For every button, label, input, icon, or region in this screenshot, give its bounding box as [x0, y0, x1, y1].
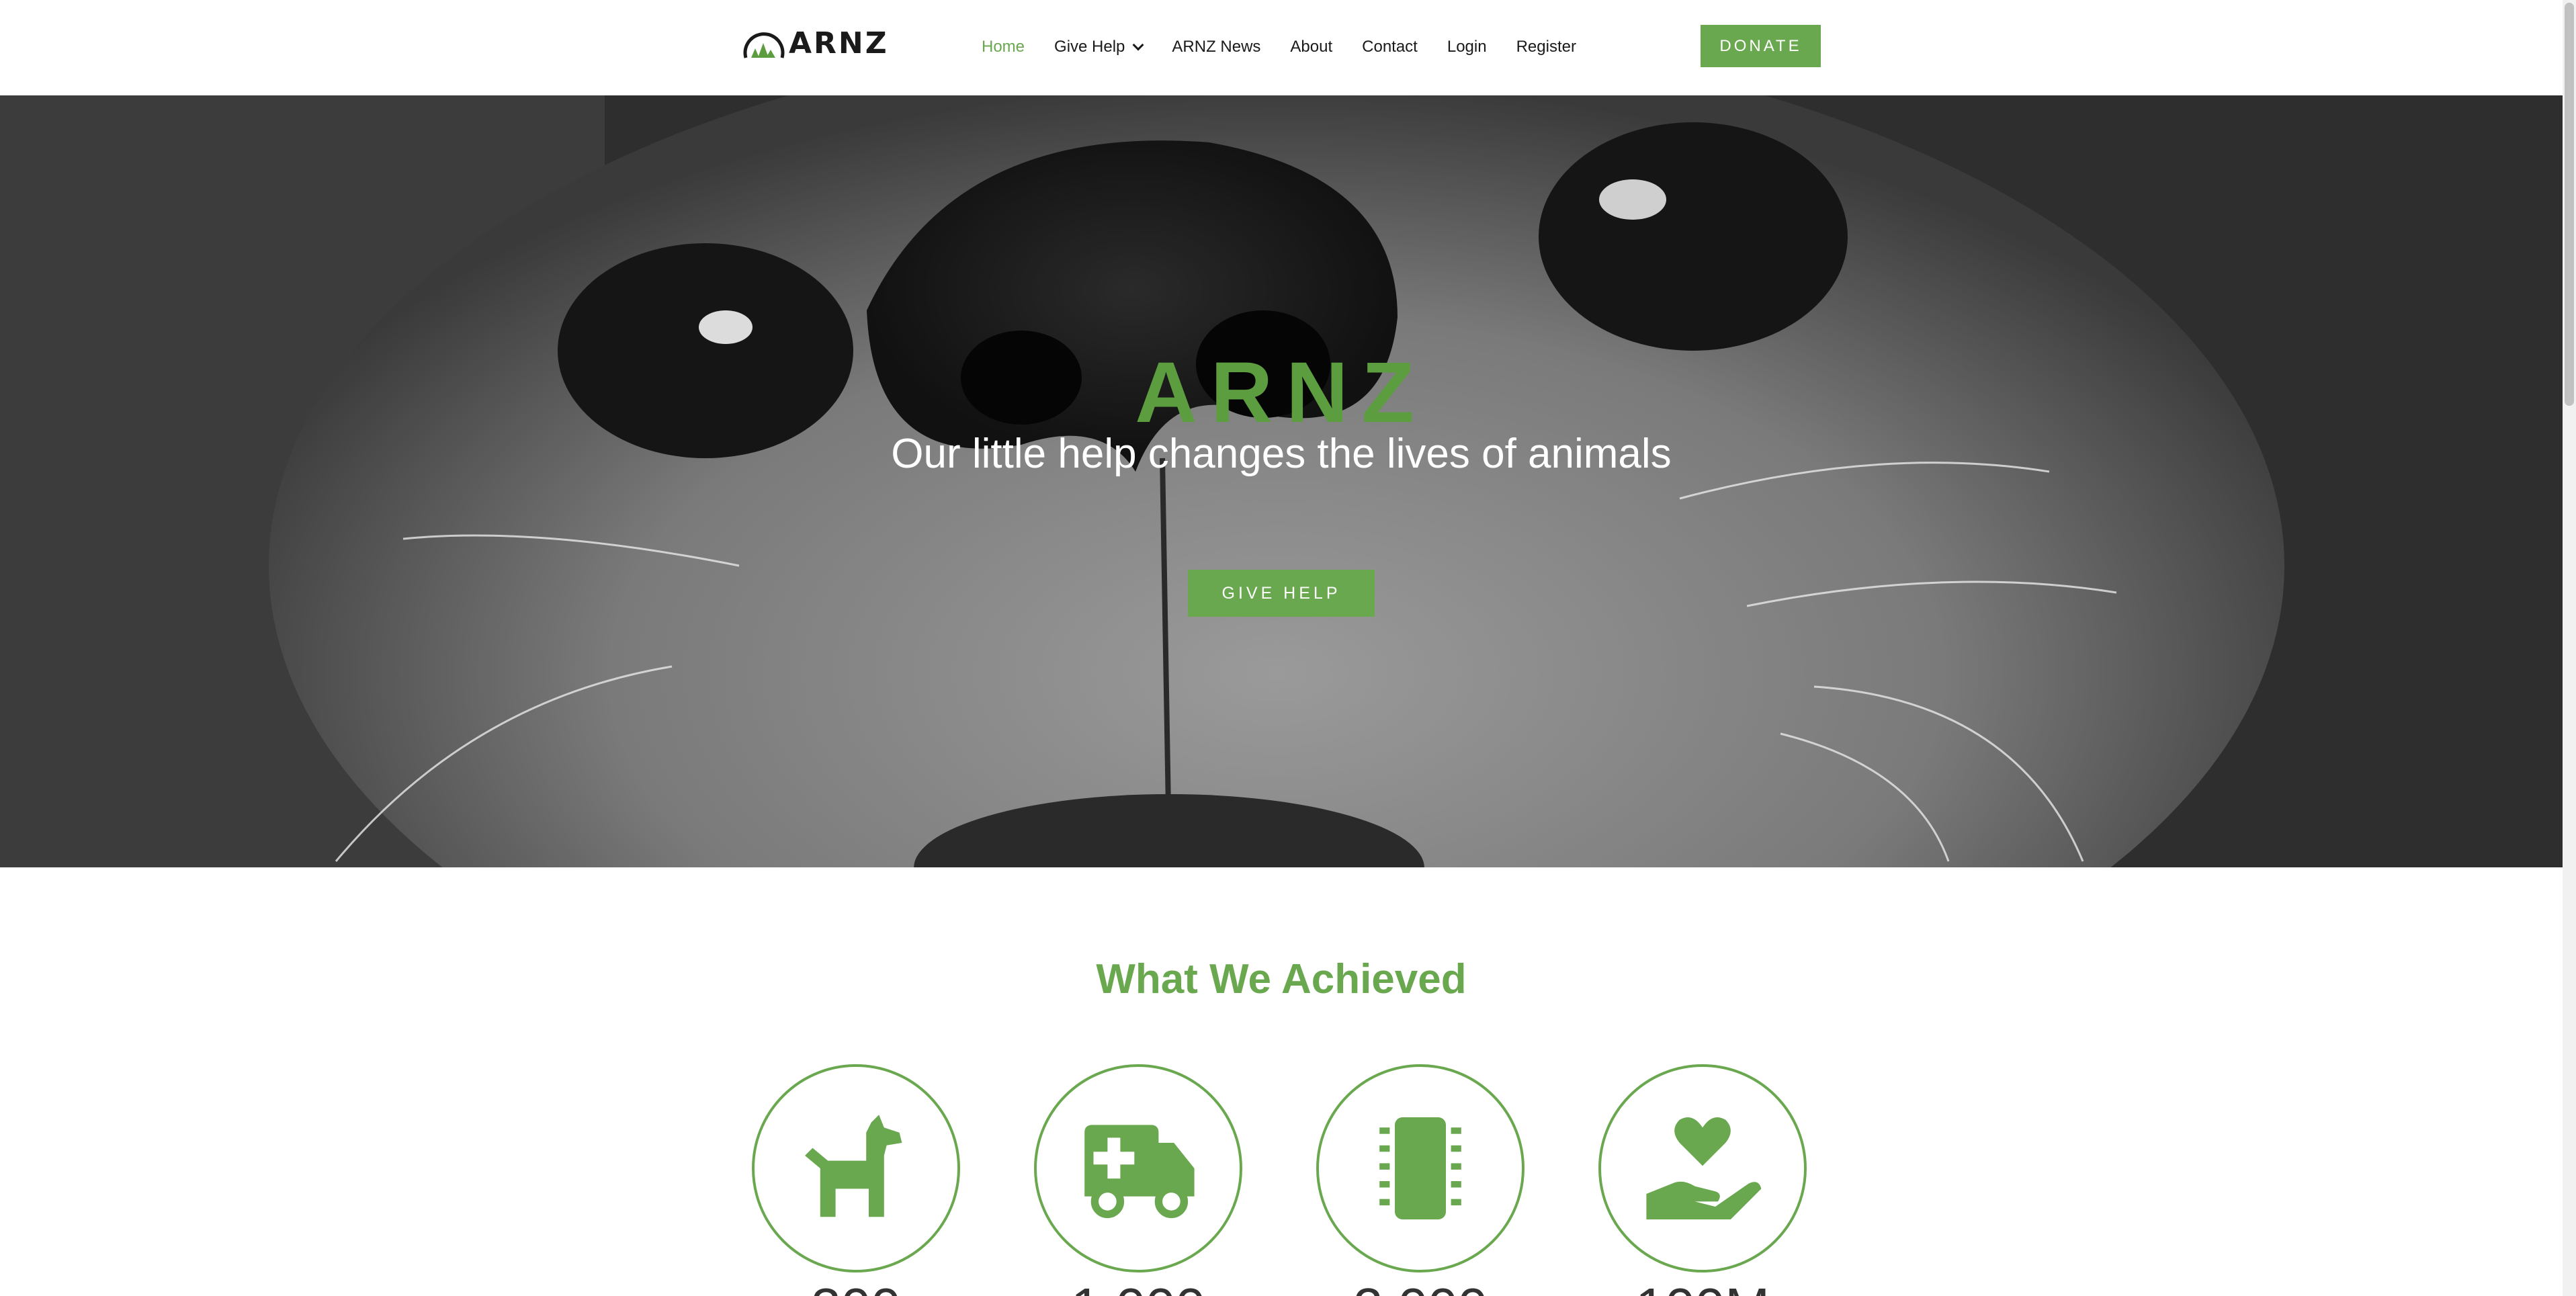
main-nav: Home Give Help ARNZ News About Contact L…: [982, 35, 1606, 59]
logo-text: ARNZ: [789, 26, 889, 60]
nav-arnz-news[interactable]: ARNZ News: [1172, 38, 1260, 56]
achievements-heading: What We Achieved: [1096, 956, 1467, 1002]
chip-icon: [1379, 1117, 1461, 1219]
stat-circle-donations: [1598, 1064, 1807, 1272]
nav-about[interactable]: About: [1290, 38, 1332, 56]
donate-button[interactable]: DONATE: [1701, 25, 1821, 67]
hero-banner: ARNZ Our little help changes the lives o…: [0, 95, 2563, 867]
stat-value-microchips: 2,000: [1316, 1277, 1525, 1296]
hero-title: ARNZ: [1135, 345, 1428, 441]
scrollbar-thumb[interactable]: [2565, 3, 2574, 406]
ambulance-icon: [1084, 1125, 1195, 1219]
stat-circle-rescues: [1034, 1064, 1242, 1272]
logo-mark-icon: [743, 32, 785, 58]
stat-circle-dogs: [752, 1064, 960, 1272]
page-scrollbar[interactable]: [2563, 0, 2576, 1296]
nav-home[interactable]: Home: [982, 38, 1025, 56]
dog-icon: [805, 1115, 902, 1217]
stat-value-rescues: 1,000: [1034, 1277, 1242, 1296]
site-logo[interactable]: ARNZ: [740, 23, 889, 63]
hero-subtitle: Our little help changes the lives of ani…: [891, 431, 1672, 477]
nav-give-help-label: Give Help: [1054, 38, 1125, 56]
stat-value-donations: 100M: [1598, 1277, 1807, 1296]
hero-dog-image: [0, 95, 2563, 867]
chevron-down-icon: [1132, 39, 1144, 51]
nav-give-help[interactable]: Give Help: [1054, 38, 1144, 56]
nav-contact[interactable]: Contact: [1362, 38, 1418, 56]
hand-heart-icon: [1646, 1117, 1762, 1219]
nav-login[interactable]: Login: [1447, 38, 1487, 56]
stat-value-dogs: 300: [752, 1277, 960, 1296]
give-help-button[interactable]: GIVE HELP: [1188, 570, 1375, 617]
site-header: ARNZ Home Give Help ARNZ News About Cont…: [0, 0, 2563, 95]
stat-circle-microchips: [1316, 1064, 1525, 1272]
nav-register[interactable]: Register: [1516, 38, 1576, 56]
